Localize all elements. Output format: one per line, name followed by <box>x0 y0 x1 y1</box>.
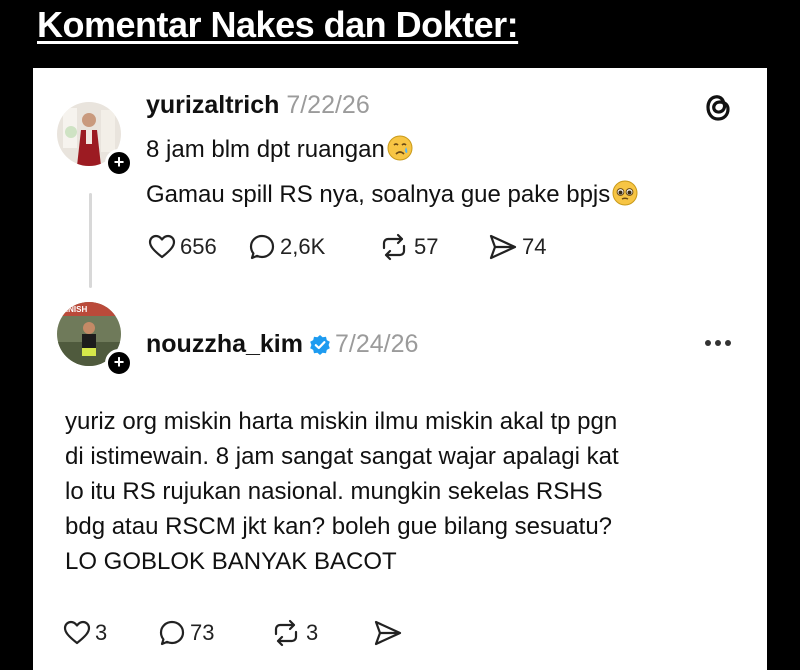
post-date: 7/22/26 <box>286 91 370 119</box>
repost-icon <box>274 619 298 647</box>
send-icon <box>374 620 402 646</box>
repost-icon <box>382 233 406 261</box>
verified-badge-icon <box>310 335 330 356</box>
threads-logo-icon[interactable] <box>702 90 734 124</box>
reply-actions: 3 73 3 <box>63 619 407 647</box>
repost-count: 57 <box>414 234 439 259</box>
username-yurizaltrich[interactable]: yurizaltrich <box>146 91 279 119</box>
avatar-banner-text: FINISH <box>61 305 87 314</box>
share-button[interactable]: 74 <box>488 233 578 261</box>
repost-count: 3 <box>306 620 319 645</box>
crying-face-icon <box>385 135 414 163</box>
post-line-1: 8 jam blm dpt ruangan <box>146 134 414 166</box>
thread-line <box>89 193 92 288</box>
follow-button-nouzzha-kim[interactable]: + <box>105 349 133 377</box>
reply-button[interactable]: 2,6K <box>248 233 378 261</box>
reply-count: 73 <box>190 620 215 645</box>
more-icon-dot <box>715 340 721 346</box>
threads-card: + yurizaltrich 7/22/26 8 jam blm dpt rua… <box>33 68 767 670</box>
reply-line: yuriz org miskin harta miskin ilmu miski… <box>65 408 618 435</box>
page-heading: Komentar Nakes dan Dokter: <box>37 4 519 45</box>
reply-date: 7/24/26 <box>334 330 419 358</box>
reply-body: yuriz org miskin harta miskin ilmu miski… <box>65 404 619 579</box>
like-count: 3 <box>95 620 108 645</box>
post-actions: 656 2,6K 57 74 <box>148 233 578 261</box>
reply-count: 2,6K <box>280 234 326 259</box>
follow-button-yurizaltrich[interactable]: + <box>105 149 133 177</box>
share-button[interactable] <box>373 619 407 647</box>
username-nouzzha-kim[interactable]: nouzzha_kim <box>146 330 303 358</box>
comment-icon <box>159 620 185 646</box>
post-header: yurizaltrich 7/22/26 <box>146 90 370 120</box>
post-line-2-text: Gamau spill RS nya, soalnya gue pake bpj… <box>146 181 611 208</box>
like-button[interactable]: 3 <box>63 620 158 646</box>
more-icon-dot <box>725 340 731 346</box>
reply-line: lo itu RS rujukan nasional. mungkin seke… <box>65 478 603 505</box>
post-line-2: Gamau spill RS nya, soalnya gue pake bpj… <box>146 179 639 211</box>
post-line-1-text: 8 jam blm dpt ruangan <box>146 136 385 163</box>
reply-line: bdg atau RSCM jkt kan? boleh gue bilang … <box>65 513 613 540</box>
send-icon <box>489 234 517 260</box>
repost-button[interactable]: 3 <box>270 619 373 647</box>
heart-icon <box>63 620 91 645</box>
reply-button[interactable]: 73 <box>158 619 270 647</box>
more-icon <box>705 340 711 346</box>
reply-header: nouzzha_kim 7/24/26 <box>146 329 418 359</box>
more-options-button[interactable] <box>705 340 731 346</box>
pleading-face-icon <box>610 180 639 208</box>
reply-line: di istimewain. 8 jam sangat sangat wajar… <box>65 443 619 470</box>
heart-icon <box>148 234 176 259</box>
like-count: 656 <box>180 234 217 259</box>
like-button[interactable]: 656 <box>148 234 248 260</box>
share-count: 74 <box>522 234 547 259</box>
reply-line: LO GOBLOK BANYAK BACOT <box>65 548 397 575</box>
repost-button[interactable]: 57 <box>378 233 488 261</box>
comment-icon <box>249 234 275 260</box>
